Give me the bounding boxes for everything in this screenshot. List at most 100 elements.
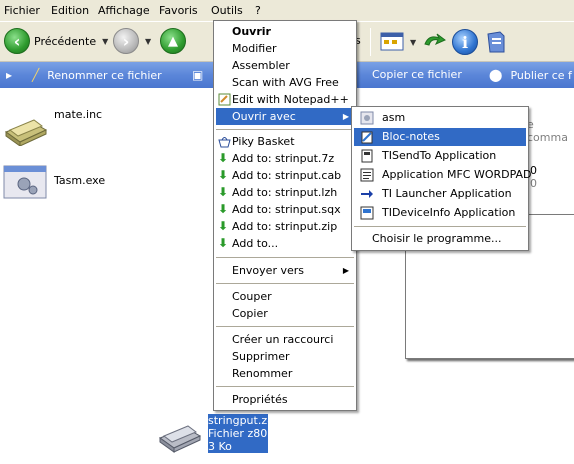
- menu-item-label: Edit with Notepad++: [232, 93, 349, 106]
- menu-help[interactable]: ?: [255, 4, 261, 17]
- z80-file-icon: [158, 425, 202, 453]
- menu-item-ouvrir[interactable]: Ouvrir: [216, 23, 354, 40]
- menu-item-couper[interactable]: Couper: [216, 288, 354, 305]
- views-icon: [380, 32, 404, 51]
- menu-separator: [216, 283, 354, 284]
- menu-item-modifier[interactable]: Modifier: [216, 40, 354, 57]
- copy-file-label: Copier ce fichier: [372, 68, 462, 81]
- menu-separator: [354, 226, 526, 227]
- submenu-item-tisendto[interactable]: TISendTo Application: [354, 147, 526, 165]
- green-down-arrow-icon: ⬇: [218, 185, 229, 199]
- menu-separator: [216, 129, 354, 130]
- back-arrow-icon: ‹: [4, 28, 30, 54]
- wordpad-icon: [360, 168, 374, 182]
- database-icon: ⬤: [489, 68, 503, 82]
- menu-outils[interactable]: Outils: [211, 4, 243, 17]
- toolbar-separator: [370, 28, 371, 56]
- info-button[interactable]: i: [452, 29, 478, 55]
- menu-item-envoyer-vers[interactable]: Envoyer vers ▶: [216, 262, 354, 279]
- properties-button[interactable]: [486, 30, 506, 54]
- submenu-item-wordpad[interactable]: Application MFC WORDPAD: [354, 166, 532, 184]
- rename-file-label: Renommer ce fichier: [47, 68, 162, 82]
- submenu-item-ti-launcher[interactable]: TI Launcher Application: [354, 185, 526, 203]
- up-button[interactable]: ▲: [160, 28, 186, 54]
- menu-item-add-to[interactable]: ⬇ Add to...: [216, 235, 354, 252]
- menu-item-proprietes[interactable]: Propriétés: [216, 391, 354, 408]
- forward-button[interactable]: › ▼: [113, 28, 151, 54]
- tideviceinfo-icon: [360, 206, 374, 220]
- chevron-right-icon[interactable]: ▸: [6, 68, 20, 82]
- back-button[interactable]: ‹ Précédente ▼: [4, 28, 108, 54]
- file-name: Tasm.exe: [54, 174, 106, 187]
- submenu-item-label: Bloc-notes: [382, 130, 440, 143]
- file-name: mate.inc: [54, 108, 103, 121]
- menu-item-supprimer[interactable]: Supprimer: [216, 348, 354, 365]
- green-down-arrow-icon: ⬇: [218, 168, 229, 182]
- file-name: stringput.z80: [208, 414, 282, 427]
- menu-item-label: Add to: strinput.sqx: [232, 203, 341, 216]
- views-button[interactable]: ▼: [380, 32, 416, 52]
- menu-favoris[interactable]: Favoris: [159, 4, 198, 17]
- menu-item-renommer[interactable]: Renommer: [216, 365, 354, 382]
- menu-item-piky-basket[interactable]: Piky Basket: [216, 133, 354, 150]
- green-down-arrow-icon: ⬇: [218, 219, 229, 233]
- green-down-arrow-icon: ⬇: [218, 202, 229, 216]
- properties-icon: [487, 31, 505, 53]
- menu-item-creer-raccourci[interactable]: Créer un raccourci: [216, 331, 354, 348]
- green-down-arrow-icon: ⬇: [218, 151, 229, 165]
- file-size: 3 Ko: [208, 440, 232, 453]
- publish-file-label: Publier ce f: [510, 68, 572, 82]
- menu-fichier[interactable]: Fichier: [4, 4, 40, 17]
- menu-item-ouvrir-avec[interactable]: Ouvrir avec ▶: [216, 108, 354, 125]
- submenu-item-tideviceinfo[interactable]: TIDeviceInfo Application: [354, 204, 526, 222]
- menu-item-add-lzh[interactable]: ⬇ Add to: strinput.lzh: [216, 184, 354, 201]
- back-label: Précédente: [34, 34, 97, 48]
- rename-file-task[interactable]: ╱ Renommer ce fichier: [32, 68, 162, 82]
- submenu-item-label: asm: [382, 111, 406, 124]
- menu-item-add-cab[interactable]: ⬇ Add to: strinput.cab: [216, 167, 354, 184]
- chevron-down-icon[interactable]: ▼: [410, 38, 416, 47]
- notepad-plus-icon: [218, 93, 231, 106]
- menu-item-add-sqx[interactable]: ⬇ Add to: strinput.sqx: [216, 201, 354, 218]
- open-with-submenu: asm Bloc-notes TISendTo Application Appl…: [351, 106, 532, 251]
- submenu-item-label: TIDeviceInfo Application: [382, 206, 516, 219]
- menu-item-label: Add to...: [232, 237, 279, 250]
- copy-file-task[interactable]: Copier ce fichier: [372, 68, 462, 81]
- menu-separator: [216, 257, 354, 258]
- submenu-item-asm[interactable]: asm: [354, 109, 526, 127]
- menu-item-label: Piky Basket: [232, 135, 295, 148]
- menu-item-scan-avg[interactable]: Scan with AVG Free: [216, 74, 354, 91]
- notepad-icon: [361, 131, 373, 144]
- info-icon: i: [452, 29, 478, 55]
- menu-item-label: Add to: strinput.zip: [232, 220, 338, 233]
- blue-arrow-icon: [361, 190, 373, 198]
- menu-item-label: Add to: strinput.lzh: [232, 186, 338, 199]
- submenu-item-label: Application MFC WORDPAD: [382, 168, 532, 181]
- menu-item-copier[interactable]: Copier: [216, 305, 354, 322]
- chevron-down-icon[interactable]: ▼: [145, 37, 151, 46]
- menu-item-label: Envoyer vers: [232, 264, 304, 277]
- menu-affichage[interactable]: Affichage: [98, 4, 150, 17]
- menu-edition[interactable]: Edition: [51, 4, 89, 17]
- background-comment-text: e comma: [527, 118, 568, 144]
- submenu-arrow-icon: ▶: [342, 112, 349, 121]
- menu-separator: [216, 326, 354, 327]
- move-file-icon[interactable]: ▣: [192, 68, 211, 82]
- tisendto-icon: [361, 149, 373, 163]
- publish-file-task[interactable]: ⬤ Publier ce f: [489, 68, 572, 82]
- z80-file-icon: [4, 119, 48, 146]
- refresh-icon: [424, 33, 446, 46]
- asm-app-icon: [360, 111, 374, 125]
- submenu-arrow-icon: ▶: [342, 266, 349, 275]
- menu-item-assembler[interactable]: Assembler: [216, 57, 354, 74]
- chevron-down-icon[interactable]: ▼: [102, 37, 108, 46]
- submenu-item-choisir-programme[interactable]: Choisir le programme...: [354, 230, 526, 248]
- menu-item-add-7z[interactable]: ⬇ Add to: strinput.7z: [216, 150, 354, 167]
- submenu-item-bloc-notes[interactable]: Bloc-notes: [354, 128, 526, 146]
- pencil-icon: ╱: [32, 68, 40, 82]
- refresh-button[interactable]: [421, 30, 447, 54]
- menu-item-add-zip[interactable]: ⬇ Add to: strinput.zip: [216, 218, 354, 235]
- exe-file-icon: [3, 165, 47, 199]
- basket-icon: [218, 137, 231, 148]
- menu-item-notepadpp[interactable]: Edit with Notepad++: [216, 91, 354, 108]
